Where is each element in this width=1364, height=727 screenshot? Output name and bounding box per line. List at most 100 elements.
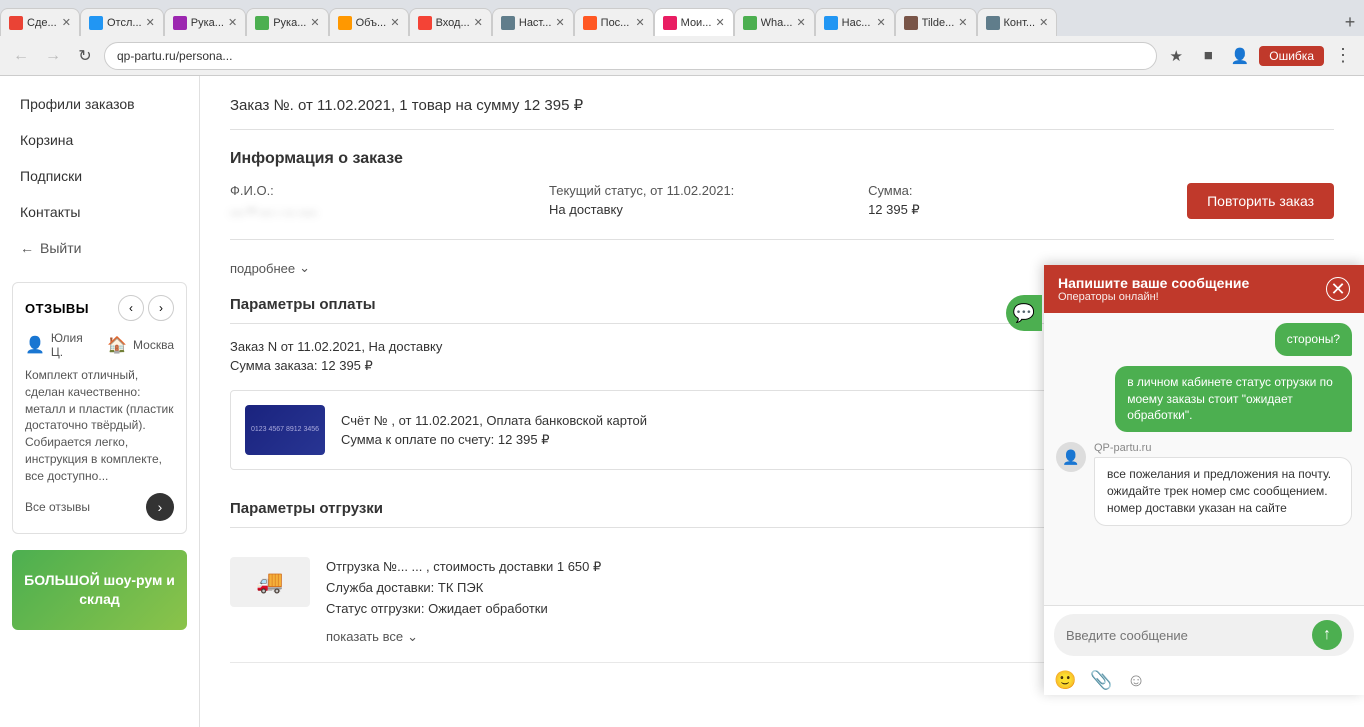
tab-close-3[interactable]: ✕ [310,16,319,29]
tab-close-10[interactable]: ✕ [876,16,885,29]
browser-tab-9[interactable]: Wha... ✕ [734,8,815,36]
chevron-down-icon-2: ⌄ [407,627,418,648]
reviewer-info: 👤 Юлия Ц. 🏠 Москва [25,331,174,359]
tab-favicon-1 [89,16,103,30]
sidebar-item-profiles[interactable]: Профили заказов [0,86,199,122]
chat-widget: Напишите ваше сообщение Операторы онлайн… [1044,265,1364,695]
reviewer-city: Москва [133,338,174,352]
tab-close-1[interactable]: ✕ [146,16,155,29]
repeat-order-button[interactable]: Повторить заказ [1187,183,1334,219]
tab-favicon-2 [173,16,187,30]
tab-close-9[interactable]: ✕ [796,16,805,29]
all-reviews-circle-button[interactable]: › [146,493,174,521]
bookmark-button[interactable]: ★ [1163,43,1189,69]
chat-subtitle: Операторы онлайн! [1058,291,1249,303]
browser-tab-6[interactable]: Наст... ✕ [492,8,574,36]
tab-close-2[interactable]: ✕ [228,16,237,29]
chat-toolbar: 🙂 📎 ☺ [1044,664,1364,695]
reviews-header: ОТЗЫВЫ ‹ › [25,295,174,321]
tab-favicon-12 [986,16,1000,30]
profile-button[interactable]: 👤 [1227,43,1253,69]
tab-close-6[interactable]: ✕ [555,16,564,29]
attach-button[interactable]: 📎 [1090,670,1112,691]
tab-label-7: Пос... [601,17,632,29]
delivery-value: ТК ПЭК [438,580,483,595]
tab-close-5[interactable]: ✕ [474,16,483,29]
browser-tab-12[interactable]: Конт... ✕ [977,8,1058,36]
back-button[interactable]: ← [8,43,34,69]
browser-tab-11[interactable]: Tilde... ✕ [895,8,977,36]
tab-favicon-10 [824,16,838,30]
extensions-button[interactable]: ■ [1195,43,1221,69]
error-button[interactable]: Ошибка [1259,46,1324,66]
sidebar-menu: Профили заказов Корзина Подписки Контакт… [0,86,199,266]
menu-button[interactable]: ⋮ [1330,43,1356,69]
smiley-button[interactable]: ☺ [1127,670,1145,691]
user-icon: 👤 [25,335,45,355]
system-message-text: все пожелания и предложения на почту. ож… [1094,457,1352,525]
system-sender: QP-partu.ru [1094,442,1352,454]
browser-tab-4[interactable]: Объ... ✕ [329,8,409,36]
tab-label-9: Wha... [761,17,793,29]
tab-close-8[interactable]: ✕ [715,16,724,29]
tab-favicon-7 [583,16,597,30]
info-section-title: Информация о заказе [230,150,1334,168]
chat-input-row: ↑ [1054,614,1354,656]
chat-title: Напишите ваше сообщение [1058,275,1249,291]
tab-close-12[interactable]: ✕ [1039,16,1048,29]
tab-close-0[interactable]: ✕ [62,16,71,29]
tab-close-11[interactable]: ✕ [958,16,967,29]
chevron-down-icon: ⌄ [299,260,310,276]
more-label: подробнее [230,261,295,276]
invoice-sum-value: 12 395 ₽ [498,432,550,447]
chat-input[interactable] [1066,628,1304,643]
reviews-next-button[interactable]: › [148,295,174,321]
logout-label: Выйти [40,240,81,256]
chat-send-button[interactable]: ↑ [1312,620,1342,650]
tab-label-2: Рука... [191,17,224,29]
sidebar-item-logout[interactable]: ← Выйти [0,230,199,266]
chat-header: Напишите ваше сообщение Операторы онлайн… [1044,265,1364,313]
sidebar-item-contacts[interactable]: Контакты [0,194,199,230]
tab-close-7[interactable]: ✕ [635,16,644,29]
browser-tab-2[interactable]: Рука... ✕ [164,8,246,36]
browser-tabs: Сде... ✕ Отсл... ✕ Рука... ✕ Рука... ✕ О… [0,0,1364,36]
delivery-label: Служба доставки: [326,580,434,595]
refresh-button[interactable]: ↻ [72,43,98,69]
info-fio-col: Ф.И.О.: .... – .... . ... ..... [230,183,519,217]
tab-close-4[interactable]: ✕ [390,16,399,29]
browser-tab-5[interactable]: Вход... ✕ [409,8,492,36]
browser-tab-0[interactable]: Сде... ✕ [0,8,80,36]
chat-message-user-2: в личном кабинете статус отрузки по моем… [1115,366,1352,432]
browser-tab-7[interactable]: Пос... ✕ [574,8,654,36]
browser-tab-1[interactable]: Отсл... ✕ [80,8,164,36]
browser-tab-8[interactable]: Мои... ✕ [654,8,734,36]
tab-label-5: Вход... [436,17,470,29]
tab-label-10: Нас... [842,17,873,29]
tab-favicon-8 [663,16,677,30]
show-all-label: показать все [326,627,403,648]
browser-tab-3[interactable]: Рука... ✕ [246,8,328,36]
tab-favicon-5 [418,16,432,30]
info-sum-col: Сумма: 12 395 ₽ [868,183,1157,218]
all-reviews-row[interactable]: Все отзывы › [25,493,174,521]
address-bar[interactable] [104,42,1157,70]
reviewer-name: Юлия Ц. [51,331,97,359]
home-icon: 🏠 [107,335,127,355]
info-status-col: Текущий статус, от 11.02.2021: На достав… [549,183,838,217]
system-message-content: QP-partu.ru все пожелания и предложения … [1094,442,1352,525]
tab-label-0: Сде... [27,17,58,29]
info-row: Ф.И.О.: .... – .... . ... ..... Текущий … [230,183,1334,219]
sidebar-item-subscriptions[interactable]: Подписки [0,158,199,194]
reviews-prev-button[interactable]: ‹ [118,295,144,321]
emoji-button[interactable]: 🙂 [1054,670,1076,691]
chat-close-button[interactable]: ✕ [1326,277,1350,301]
chat-side-button[interactable]: 💬 [1006,295,1042,331]
sidebar-item-cart[interactable]: Корзина [0,122,199,158]
new-tab-button[interactable]: + [1336,8,1364,36]
all-reviews-label: Все отзывы [25,500,90,514]
chat-messages: стороны? в личном кабинете статус отрузк… [1044,313,1364,605]
forward-button[interactable]: → [40,43,66,69]
browser-toolbar: ← → ↻ ★ ■ 👤 Ошибка ⋮ [0,36,1364,76]
browser-tab-10[interactable]: Нас... ✕ [815,8,895,36]
